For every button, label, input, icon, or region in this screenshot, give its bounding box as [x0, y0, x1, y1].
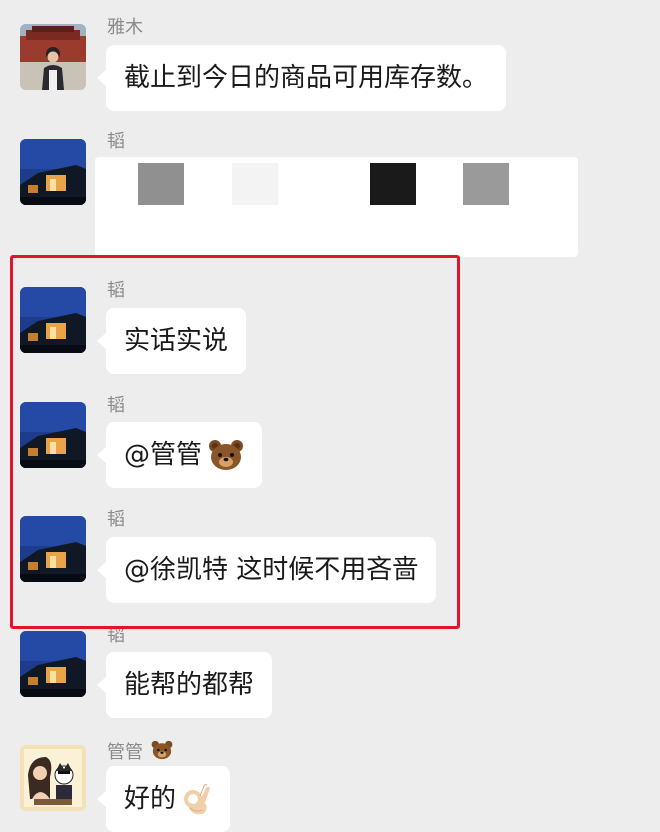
sender-name: 管管 [107, 740, 173, 763]
sender-name: 韬 [107, 131, 125, 152]
redaction-block [370, 163, 416, 205]
building-night-avatar[interactable] [20, 516, 86, 582]
sender-name: 韬 [107, 395, 125, 416]
message-text: 能帮的都帮 [124, 670, 255, 700]
message-bubble[interactable]: @管管 [96, 422, 263, 488]
message-bubble[interactable]: 好的 [96, 766, 231, 832]
message-bubble[interactable]: 截止到今日的商品可用库存数。 [96, 45, 507, 111]
chat-window: 雅木 截止到今日的商品可用库存数。 韬 韬 实话实说 韬 @管管 韬 @徐凯特 … [0, 0, 660, 832]
cartoon-avatar[interactable] [20, 745, 86, 811]
building-night-avatar[interactable] [20, 287, 86, 353]
message-text: @管管 [124, 440, 203, 470]
sender-name: 韬 [107, 625, 125, 646]
message-bubble[interactable]: 能帮的都帮 [96, 652, 273, 718]
redaction-block [138, 163, 184, 205]
bear-face-emoji [151, 740, 173, 760]
sender-name: 雅木 [107, 17, 143, 38]
building-night-avatar[interactable] [20, 139, 86, 205]
person-photo-avatar[interactable] [20, 24, 86, 90]
ok-hand-emoji [182, 782, 212, 816]
message-text: @徐凯特 这时候不用吝啬 [124, 555, 419, 585]
message-text: 实话实说 [124, 326, 229, 356]
sender-name: 韬 [107, 280, 125, 301]
message-bubble[interactable]: @徐凯特 这时候不用吝啬 [96, 537, 437, 603]
bear-face-emoji [208, 439, 244, 471]
message-bubble[interactable]: 实话实说 [96, 308, 247, 374]
sender-name: 韬 [107, 509, 125, 530]
building-night-avatar[interactable] [20, 402, 86, 468]
message-text: 截止到今日的商品可用库存数。 [124, 63, 489, 93]
redaction-block [232, 163, 278, 205]
building-night-avatar[interactable] [20, 631, 86, 697]
message-text: 好的 [124, 784, 177, 814]
redaction-block [463, 163, 509, 205]
